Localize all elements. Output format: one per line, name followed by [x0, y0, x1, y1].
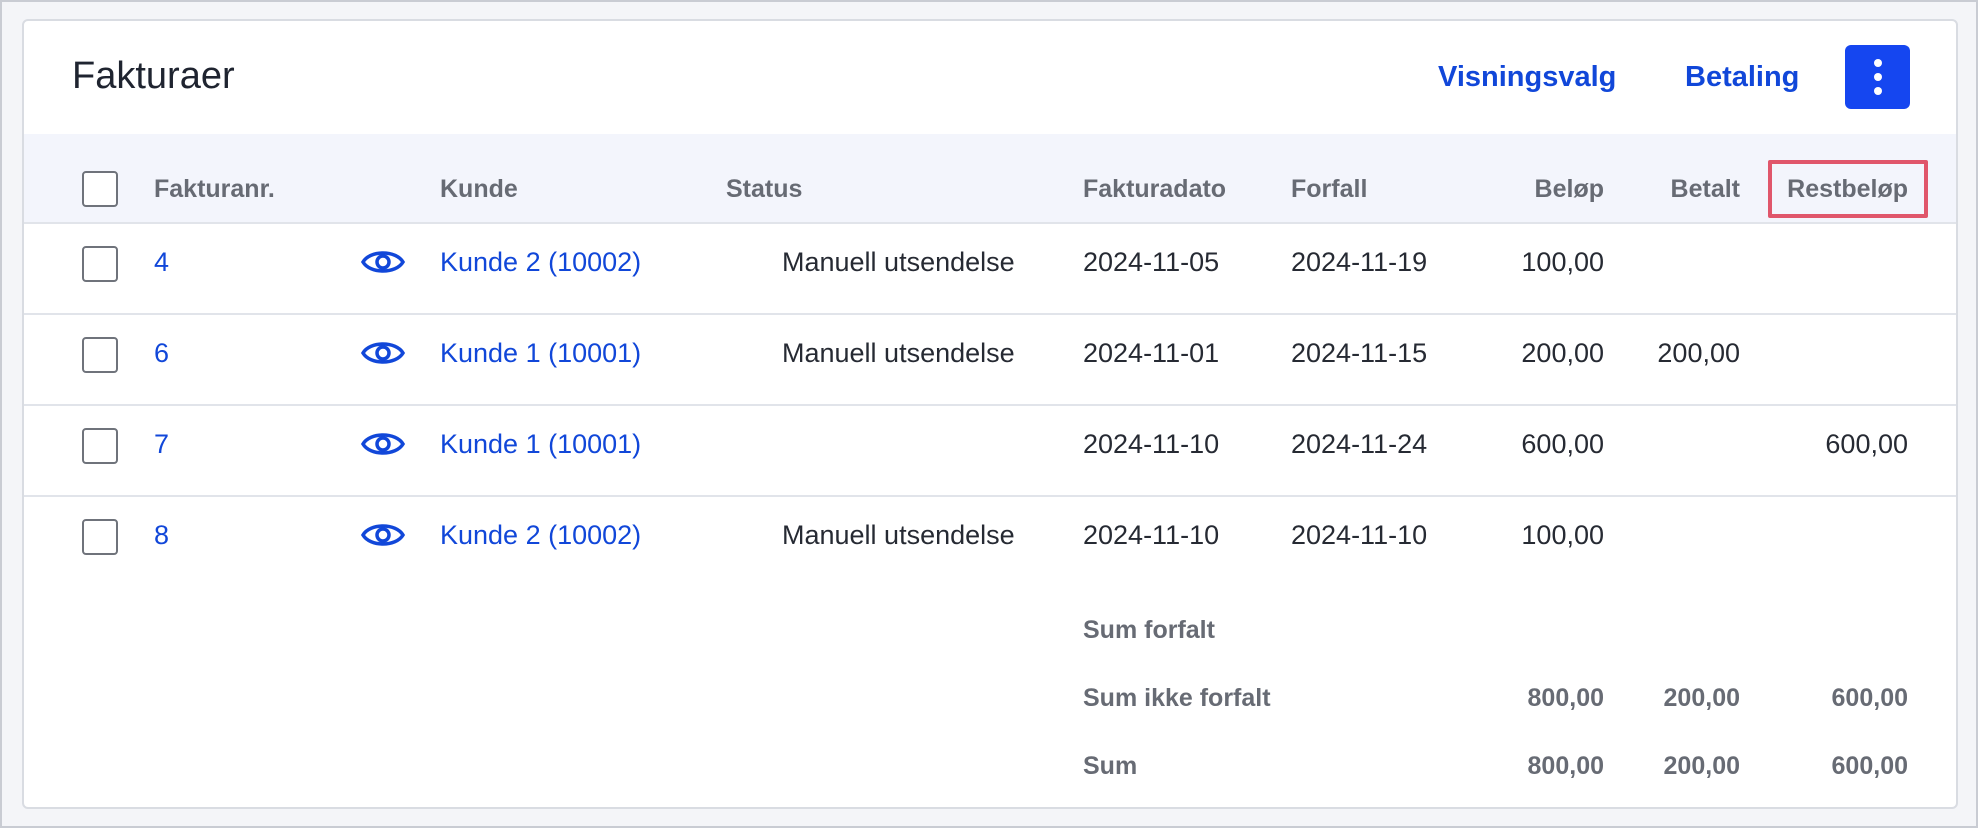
invoice-date: 2024-11-01 [1083, 338, 1220, 368]
row-checkbox[interactable] [82, 337, 118, 373]
customer-link[interactable]: Kunde 2 (10002) [440, 520, 641, 551]
totals-label: Sum forfalt [1083, 616, 1215, 644]
status-text: Manuell utsendelse [782, 338, 1015, 368]
table-row: 4 Kunde 2 (10002) Manuell utsendelse 202… [24, 224, 1956, 315]
row-checkbox[interactable] [82, 246, 118, 282]
window-frame: Fakturaer Visningsvalg Betaling Fakturan… [0, 0, 1978, 828]
invoice-date: 2024-11-10 [1083, 520, 1220, 550]
column-header-paid[interactable]: Betalt [1580, 175, 1740, 204]
eye-icon[interactable] [360, 428, 406, 460]
paid-amount: 200,00 [1657, 338, 1740, 368]
eye-icon[interactable] [360, 519, 406, 551]
column-header-status[interactable]: Status [726, 175, 802, 204]
invoice-number-link[interactable]: 4 [154, 247, 169, 278]
more-vertical-icon [1873, 59, 1882, 95]
more-options-button[interactable] [1845, 45, 1910, 109]
card-header: Fakturaer Visningsvalg Betaling [24, 21, 1956, 134]
customer-link[interactable]: Kunde 2 (10002) [440, 247, 641, 278]
totals-amount: 800,00 [1527, 684, 1604, 712]
column-header-invoice-no[interactable]: Fakturanr. [154, 175, 275, 204]
column-header-remaining[interactable]: Restbeløp [1748, 175, 1908, 204]
amount: 200,00 [1521, 338, 1604, 368]
table-header: Fakturanr. Kunde Status Fakturadato Forf… [24, 134, 1956, 224]
table-row: 8 Kunde 2 (10002) Manuell utsendelse 202… [24, 497, 1956, 588]
totals-remaining: 600,00 [1831, 752, 1908, 780]
column-header-invoice-date[interactable]: Fakturadato [1083, 175, 1226, 204]
eye-icon[interactable] [360, 246, 406, 278]
amount: 100,00 [1521, 520, 1604, 550]
customer-link[interactable]: Kunde 1 (10001) [440, 338, 641, 369]
invoice-number-link[interactable]: 8 [154, 520, 169, 551]
table-row: 6 Kunde 1 (10001) Manuell utsendelse 202… [24, 315, 1956, 406]
due-date: 2024-11-24 [1291, 429, 1428, 459]
column-header-due[interactable]: Forfall [1291, 175, 1367, 204]
totals-label: Sum ikke forfalt [1083, 684, 1271, 712]
column-header-customer[interactable]: Kunde [440, 175, 518, 204]
invoice-number-link[interactable]: 6 [154, 338, 169, 369]
totals-paid: 200,00 [1663, 752, 1740, 780]
totals-row-sum-not-due: Sum ikke forfalt 800,00 200,00 600,00 [24, 684, 1956, 744]
totals-label: Sum [1083, 752, 1138, 780]
invoice-date: 2024-11-10 [1083, 429, 1220, 459]
customer-link[interactable]: Kunde 1 (10001) [440, 429, 641, 460]
invoice-date: 2024-11-05 [1083, 247, 1220, 277]
totals-row-sum-due: Sum forfalt [24, 616, 1956, 676]
select-all-checkbox[interactable] [82, 171, 118, 207]
table-row: 7 Kunde 1 (10001) 2024-11-10 2024-11-24 … [24, 406, 1956, 497]
row-checkbox[interactable] [82, 428, 118, 464]
status-text: Manuell utsendelse [782, 520, 1015, 550]
totals-row-sum: Sum 800,00 200,00 600,00 [24, 752, 1956, 807]
row-checkbox[interactable] [82, 519, 118, 555]
totals-amount: 800,00 [1527, 752, 1604, 780]
amount: 600,00 [1521, 429, 1604, 459]
status-text: Manuell utsendelse [782, 247, 1015, 277]
payment-link[interactable]: Betaling [1685, 61, 1799, 94]
amount: 100,00 [1521, 247, 1604, 277]
totals-remaining: 600,00 [1831, 684, 1908, 712]
view-options-link[interactable]: Visningsvalg [1438, 61, 1616, 94]
totals-paid: 200,00 [1663, 684, 1740, 712]
page-title: Fakturaer [72, 55, 235, 97]
column-header-amount[interactable]: Beløp [1424, 175, 1604, 204]
eye-icon[interactable] [360, 337, 406, 369]
invoices-card: Fakturaer Visningsvalg Betaling Fakturan… [22, 19, 1958, 809]
invoice-number-link[interactable]: 7 [154, 429, 169, 460]
due-date: 2024-11-15 [1291, 338, 1428, 368]
due-date: 2024-11-19 [1291, 247, 1428, 277]
remaining-amount: 600,00 [1825, 429, 1908, 459]
due-date: 2024-11-10 [1291, 520, 1428, 550]
